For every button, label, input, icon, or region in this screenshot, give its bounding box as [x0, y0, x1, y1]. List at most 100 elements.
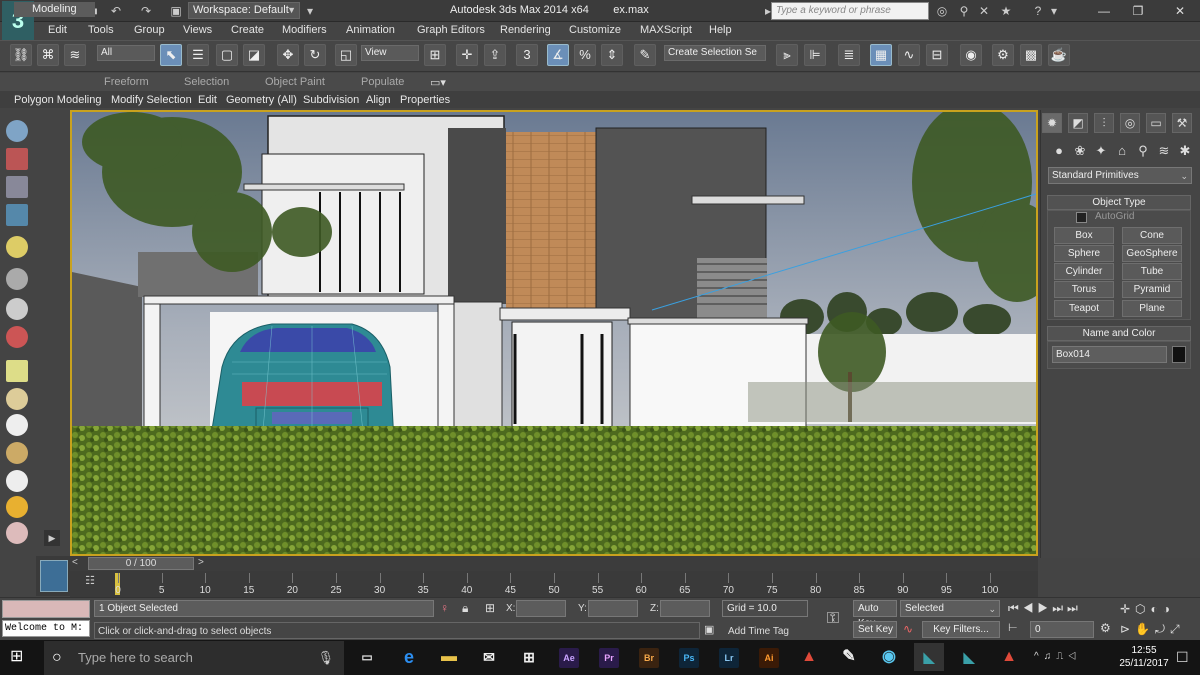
x-coordinate-field[interactable]: [516, 600, 566, 617]
key-tangent-icon[interactable]: ∿: [903, 622, 913, 636]
layer-manager-icon[interactable]: ≣: [838, 44, 860, 66]
playback-controls[interactable]: ⏮◀▶⏭⏭: [1008, 601, 1082, 616]
lightroom-icon[interactable]: Lr: [714, 643, 744, 671]
link-icon[interactable]: ⛓: [10, 44, 32, 66]
scene-explorer-icon[interactable]: [6, 148, 28, 170]
bind-space-warp-icon[interactable]: ≋: [64, 44, 86, 66]
keyboard-shortcut-icon[interactable]: ⇪: [484, 44, 506, 66]
key-mode-dropdown[interactable]: Selected ⌄: [900, 600, 1000, 617]
mail-icon[interactable]: ✉: [474, 643, 504, 671]
menu-graph-editors[interactable]: Graph Editors: [417, 24, 485, 36]
teapot-button[interactable]: Teapot: [1054, 300, 1114, 317]
tube-button[interactable]: Tube: [1122, 263, 1182, 280]
systems-category-icon[interactable]: ✱: [1176, 142, 1194, 160]
absolute-mode-icon[interactable]: ⊞: [485, 601, 495, 615]
menu-animation[interactable]: Animation: [346, 24, 395, 36]
panel-edit[interactable]: Edit: [198, 94, 217, 106]
primitive-type-dropdown[interactable]: Standard Primitives ⌄: [1048, 167, 1192, 184]
teapot-icon[interactable]: [6, 120, 28, 142]
box-button[interactable]: Box: [1054, 227, 1114, 244]
graphite-toggle-icon[interactable]: ▦: [870, 44, 892, 66]
time-slider[interactable]: 0 / 100: [88, 557, 194, 570]
ribbon-options-icon[interactable]: ▭▾: [430, 76, 446, 89]
panel-modify-selection[interactable]: Modify Selection: [111, 94, 192, 106]
cone-button[interactable]: Cone: [1122, 227, 1182, 244]
file-explorer-icon[interactable]: ▬: [434, 643, 464, 671]
sun-icon[interactable]: [6, 496, 28, 518]
undo-icon[interactable]: ↶: [108, 3, 124, 19]
panel-align[interactable]: Align: [366, 94, 390, 106]
3ds-max-task-icon[interactable]: ◣: [914, 643, 944, 671]
menu-views[interactable]: Views: [183, 24, 212, 36]
calculator-icon[interactable]: [6, 176, 28, 198]
redo-icon[interactable]: ↷: [138, 3, 154, 19]
notifications-icon[interactable]: ☐: [1176, 649, 1189, 666]
edge-icon[interactable]: e: [394, 643, 424, 671]
sphere-button[interactable]: Sphere: [1054, 245, 1114, 262]
menu-customize[interactable]: Customize: [569, 24, 621, 36]
set-key-icon[interactable]: ⚿: [816, 600, 850, 638]
project-folder-icon[interactable]: ▣: [168, 3, 184, 19]
system-tray-icons[interactable]: ^♫⎍◁: [1034, 651, 1081, 662]
time-tag-icon[interactable]: ▣: [704, 623, 714, 636]
render-app-icon[interactable]: ◉: [874, 643, 904, 671]
move-icon[interactable]: ✥: [277, 44, 299, 66]
shapes-category-icon[interactable]: ❀: [1071, 142, 1089, 160]
time-prev-icon[interactable]: <: [72, 557, 78, 568]
lights-category-icon[interactable]: ✦: [1092, 142, 1110, 160]
viewport-layout-icon[interactable]: [6, 204, 28, 226]
menu-maxscript[interactable]: MAXScript: [640, 24, 692, 36]
light-bulb-icon[interactable]: [6, 236, 28, 258]
curve-editor-icon[interactable]: ∿: [898, 44, 920, 66]
help-icon[interactable]: ?: [1030, 3, 1046, 19]
utilities-tab-icon[interactable]: ⚒: [1172, 113, 1192, 133]
close-button[interactable]: ✕: [1166, 2, 1194, 20]
isolate-icon[interactable]: ♀: [440, 601, 449, 615]
align-icon[interactable]: ⊫: [804, 44, 826, 66]
taskbar-search[interactable]: ○ Type here to search 🎙︎: [44, 641, 344, 675]
track-bar-toggle-icon[interactable]: ☷: [80, 574, 100, 594]
render-setup-icon[interactable]: ⚙: [992, 44, 1014, 66]
autodesk-app-icon[interactable]: ▲: [794, 643, 824, 671]
maxscript-mini-listener-top[interactable]: [2, 600, 90, 618]
mirror-icon[interactable]: ⫸: [776, 44, 798, 66]
lattice-icon[interactable]: [6, 442, 28, 464]
select-manipulate-icon[interactable]: ✛: [456, 44, 478, 66]
time-next-icon[interactable]: >: [198, 557, 204, 568]
cylinder-button[interactable]: Cylinder: [1054, 263, 1114, 280]
cameras-category-icon[interactable]: ⌂: [1113, 142, 1131, 160]
workspace-dropdown[interactable]: Workspace: Default ▼: [188, 2, 300, 19]
minimize-button[interactable]: —: [1090, 2, 1118, 20]
window-crossing-icon[interactable]: ◪: [243, 44, 265, 66]
store-icon[interactable]: ⊞: [514, 643, 544, 671]
key-mode-toggle-icon[interactable]: ⊢: [1008, 621, 1018, 634]
geometry-category-icon[interactable]: ●: [1050, 142, 1068, 160]
mini-curve-editor-icon[interactable]: [40, 560, 68, 592]
chevron-down-icon[interactable]: ▾: [1046, 3, 1062, 19]
create-tab-icon[interactable]: ✹: [1042, 113, 1062, 133]
display-tab-icon[interactable]: ▭: [1146, 113, 1166, 133]
object-name-input[interactable]: Box014: [1052, 346, 1167, 363]
bridge-icon[interactable]: Br: [634, 643, 664, 671]
viewport-nav-top[interactable]: ✛⬡◐◑: [1120, 602, 1175, 616]
scale-icon[interactable]: ◱: [335, 44, 357, 66]
lock-selection-icon[interactable]: 🔒︎: [462, 601, 468, 616]
spinner-snap-icon[interactable]: ⇕: [601, 44, 623, 66]
hierarchy-tab-icon[interactable]: ⫶: [1094, 113, 1114, 133]
chevron-down-icon[interactable]: ▾: [302, 3, 318, 19]
time-config-icon[interactable]: ⚙: [1100, 621, 1111, 635]
menu-rendering[interactable]: Rendering: [500, 24, 551, 36]
menu-edit[interactable]: Edit: [48, 24, 67, 36]
perspective-viewport[interactable]: [70, 110, 1038, 556]
tab-selection[interactable]: Selection: [184, 76, 229, 88]
render-teapot-icon[interactable]: ☕: [1048, 44, 1070, 66]
ball-icon[interactable]: [6, 522, 28, 544]
key-icon[interactable]: ⚲: [956, 3, 972, 19]
y-coordinate-field[interactable]: [588, 600, 638, 617]
auto-key-button[interactable]: Auto Key: [853, 600, 897, 629]
menu-help[interactable]: Help: [709, 24, 732, 36]
motion-tab-icon[interactable]: ◎: [1120, 113, 1140, 133]
rectangular-selection-icon[interactable]: ▢: [216, 44, 238, 66]
angle-snap-icon[interactable]: ∡: [547, 44, 569, 66]
z-coordinate-field[interactable]: [660, 600, 710, 617]
